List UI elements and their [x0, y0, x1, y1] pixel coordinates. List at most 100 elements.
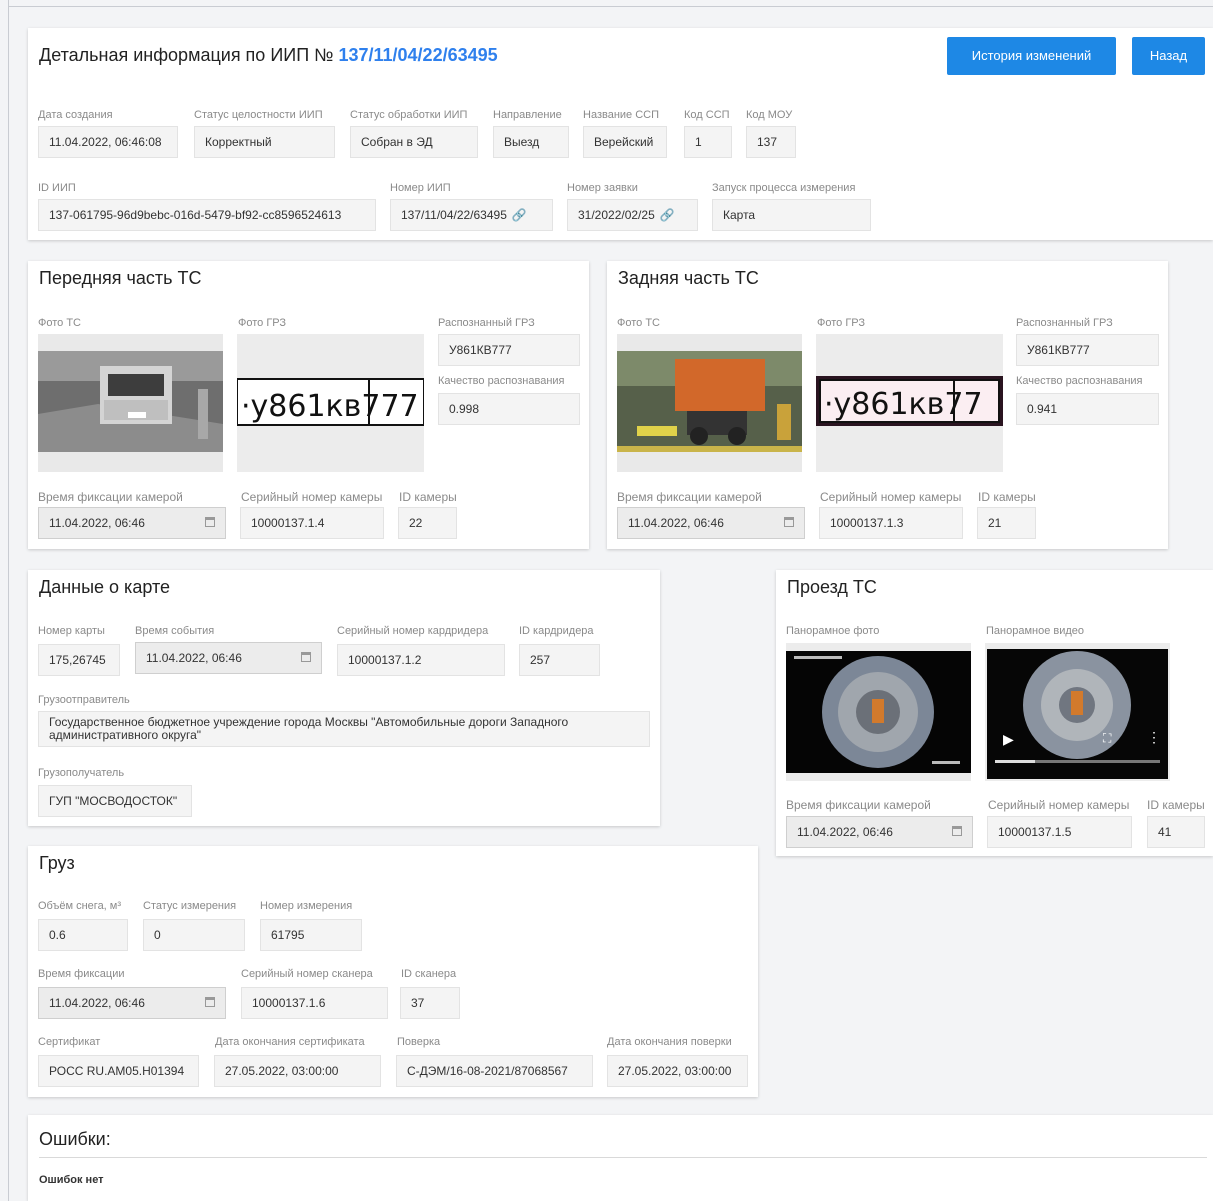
plate-rear-image: ·у861кв77	[816, 334, 1003, 472]
verification-field: С-ДЭМ/16-08-2021/87068567	[396, 1055, 593, 1087]
creation-date-field: 11.04.2022, 06:46:08	[38, 126, 178, 158]
volume-field: 0.6	[38, 919, 128, 951]
rear-time-value: 11.04.2022, 06:46	[628, 516, 724, 530]
request-number-value: 31/2022/02/25	[578, 208, 655, 222]
plate-front-image: ·у861кв777	[237, 334, 424, 472]
front-time-field[interactable]: 11.04.2022, 06:46	[38, 507, 226, 539]
rear-time-label: Время фиксации камерой	[617, 490, 762, 504]
processing-status-field: Собран в ЭД	[350, 126, 478, 158]
calendar-icon[interactable]	[205, 517, 215, 527]
front-photo-label: Фото ТС	[38, 317, 81, 329]
integrity-status-label: Статус целостности ИИП	[194, 109, 323, 121]
measure-status-label: Статус измерения	[143, 900, 237, 912]
ssp-name-label: Название ССП	[583, 109, 660, 121]
front-time-value: 11.04.2022, 06:46	[49, 516, 145, 530]
measure-launch-field: Карта	[712, 199, 871, 231]
front-time-label: Время фиксации камерой	[38, 490, 183, 504]
rear-title: Задняя часть ТС	[618, 268, 759, 288]
errors-divider	[39, 1157, 1207, 1158]
front-camera-id-label: ID камеры	[399, 490, 457, 504]
calendar-icon[interactable]	[205, 997, 215, 1007]
verification-label: Поверка	[397, 1036, 441, 1048]
calendar-icon[interactable]	[952, 826, 962, 836]
rear-quality-label: Качество распознавания	[1016, 375, 1143, 387]
passage-title: Проезд ТС	[787, 577, 877, 597]
front-quality-field: 0.998	[438, 393, 580, 425]
rear-serial-label: Серийный номер камеры	[820, 490, 962, 504]
panoramic-photo[interactable]	[786, 643, 971, 781]
consignee-field: ГУП "МОСВОДОСТОК"	[38, 785, 192, 817]
front-recognized-field: У861КВ777	[438, 334, 580, 366]
panoramic-video[interactable]: ▶ ⛶ ⋮	[985, 643, 1170, 781]
back-button[interactable]: Назад	[1132, 37, 1205, 75]
measure-number-label: Номер измерения	[260, 900, 353, 912]
direction-label: Направление	[493, 109, 562, 121]
errors-text: Ошибок нет	[39, 1174, 104, 1186]
rear-time-field[interactable]: 11.04.2022, 06:46	[617, 507, 805, 539]
cargo-time-field[interactable]: 11.04.2022, 06:46	[38, 987, 226, 1019]
history-button[interactable]: История изменений	[947, 37, 1116, 75]
cert-end-field: 27.05.2022, 03:00:00	[214, 1055, 381, 1087]
rear-vehicle-card: Задняя часть ТС Фото ТС Фото ГРЗ ·у861кв…	[607, 261, 1168, 549]
rear-vehicle-photo[interactable]	[617, 334, 802, 472]
calendar-icon[interactable]	[301, 652, 311, 662]
cargo-card: Груз Объём снега, м³ 0.6 Статус измерени…	[28, 846, 758, 1097]
iip-details-card: Детальная информация по ИИП № 137/11/04/…	[28, 28, 1213, 240]
front-quality-label: Качество распознавания	[438, 375, 565, 387]
passage-serial-label: Серийный номер камеры	[988, 798, 1130, 812]
front-serial-field: 10000137.1.4	[240, 507, 384, 539]
card-number-label: Номер карты	[38, 625, 105, 637]
scanner-serial-label: Серийный номер сканера	[241, 968, 373, 980]
iip-number-label: Номер ИИП	[390, 182, 451, 194]
link-icon[interactable]: 🔗	[512, 200, 527, 230]
fullscreen-icon[interactable]: ⛶	[1103, 731, 1111, 746]
shipper-label: Грузоотправитель	[38, 694, 130, 706]
rear-camera-id-label: ID камеры	[978, 490, 1036, 504]
page-frame-left	[8, 0, 9, 1201]
pano-photo-label: Панорамное фото	[786, 625, 880, 637]
front-serial-label: Серийный номер камеры	[241, 490, 383, 504]
request-number-label: Номер заявки	[567, 182, 638, 194]
measure-launch-label: Запуск процесса измерения	[712, 182, 856, 194]
more-options-icon[interactable]: ⋮	[1147, 729, 1161, 746]
event-time-label: Время события	[135, 625, 215, 637]
card-data-title: Данные о карте	[39, 577, 170, 597]
scanner-serial-field: 10000137.1.6	[241, 987, 388, 1019]
reader-serial-label: Серийный номер кардридера	[337, 625, 489, 637]
certificate-label: Сертификат	[38, 1036, 101, 1048]
front-vehicle-photo[interactable]	[38, 334, 223, 472]
creation-date-label: Дата создания	[38, 109, 113, 121]
rear-quality-field: 0.941	[1016, 393, 1159, 425]
card-number-field: 175,26745	[38, 644, 120, 676]
front-camera-id-field: 22	[398, 507, 457, 539]
calendar-icon[interactable]	[784, 517, 794, 527]
verify-end-field: 27.05.2022, 03:00:00	[607, 1055, 748, 1087]
rear-recognized-field: У861КВ777	[1016, 334, 1159, 366]
ssp-name-field: Верейский	[583, 126, 667, 158]
shipper-field: Государственное бюджетное учреждение гор…	[38, 711, 650, 747]
link-icon[interactable]: 🔗	[660, 200, 675, 230]
measure-number-field: 61795	[260, 919, 362, 951]
scanner-id-label: ID сканера	[401, 968, 457, 980]
iip-number-link[interactable]: 137/11/04/22/63495	[338, 45, 497, 65]
rear-plate-photo-label: Фото ГРЗ	[817, 317, 866, 329]
front-title: Передняя часть ТС	[39, 268, 202, 288]
page-frame-top	[8, 6, 1213, 7]
iip-number-field[interactable]: 137/11/04/22/63495 🔗	[390, 199, 553, 231]
front-plate-photo[interactable]: ·у861кв777	[237, 334, 424, 472]
play-icon[interactable]: ▶	[1003, 731, 1014, 748]
mou-code-field: 137	[746, 126, 796, 158]
truck-front-image	[38, 334, 223, 472]
passage-time-field[interactable]: 11.04.2022, 06:46	[786, 816, 973, 848]
front-recognized-label: Распознанный ГРЗ	[438, 317, 535, 329]
ssp-code-label: Код ССП	[684, 109, 730, 121]
request-number-field[interactable]: 31/2022/02/25 🔗	[567, 199, 698, 231]
passage-time-value: 11.04.2022, 06:46	[797, 825, 893, 839]
page-title: Детальная информация по ИИП № 137/11/04/…	[39, 45, 498, 66]
event-time-field[interactable]: 11.04.2022, 06:46	[135, 642, 322, 674]
rear-photo-label: Фото ТС	[617, 317, 660, 329]
ssp-code-field: 1	[684, 126, 732, 158]
rear-plate-photo[interactable]: ·у861кв77	[816, 334, 1003, 472]
passage-time-label: Время фиксации камерой	[786, 798, 931, 812]
passage-serial-field: 10000137.1.5	[987, 816, 1132, 848]
